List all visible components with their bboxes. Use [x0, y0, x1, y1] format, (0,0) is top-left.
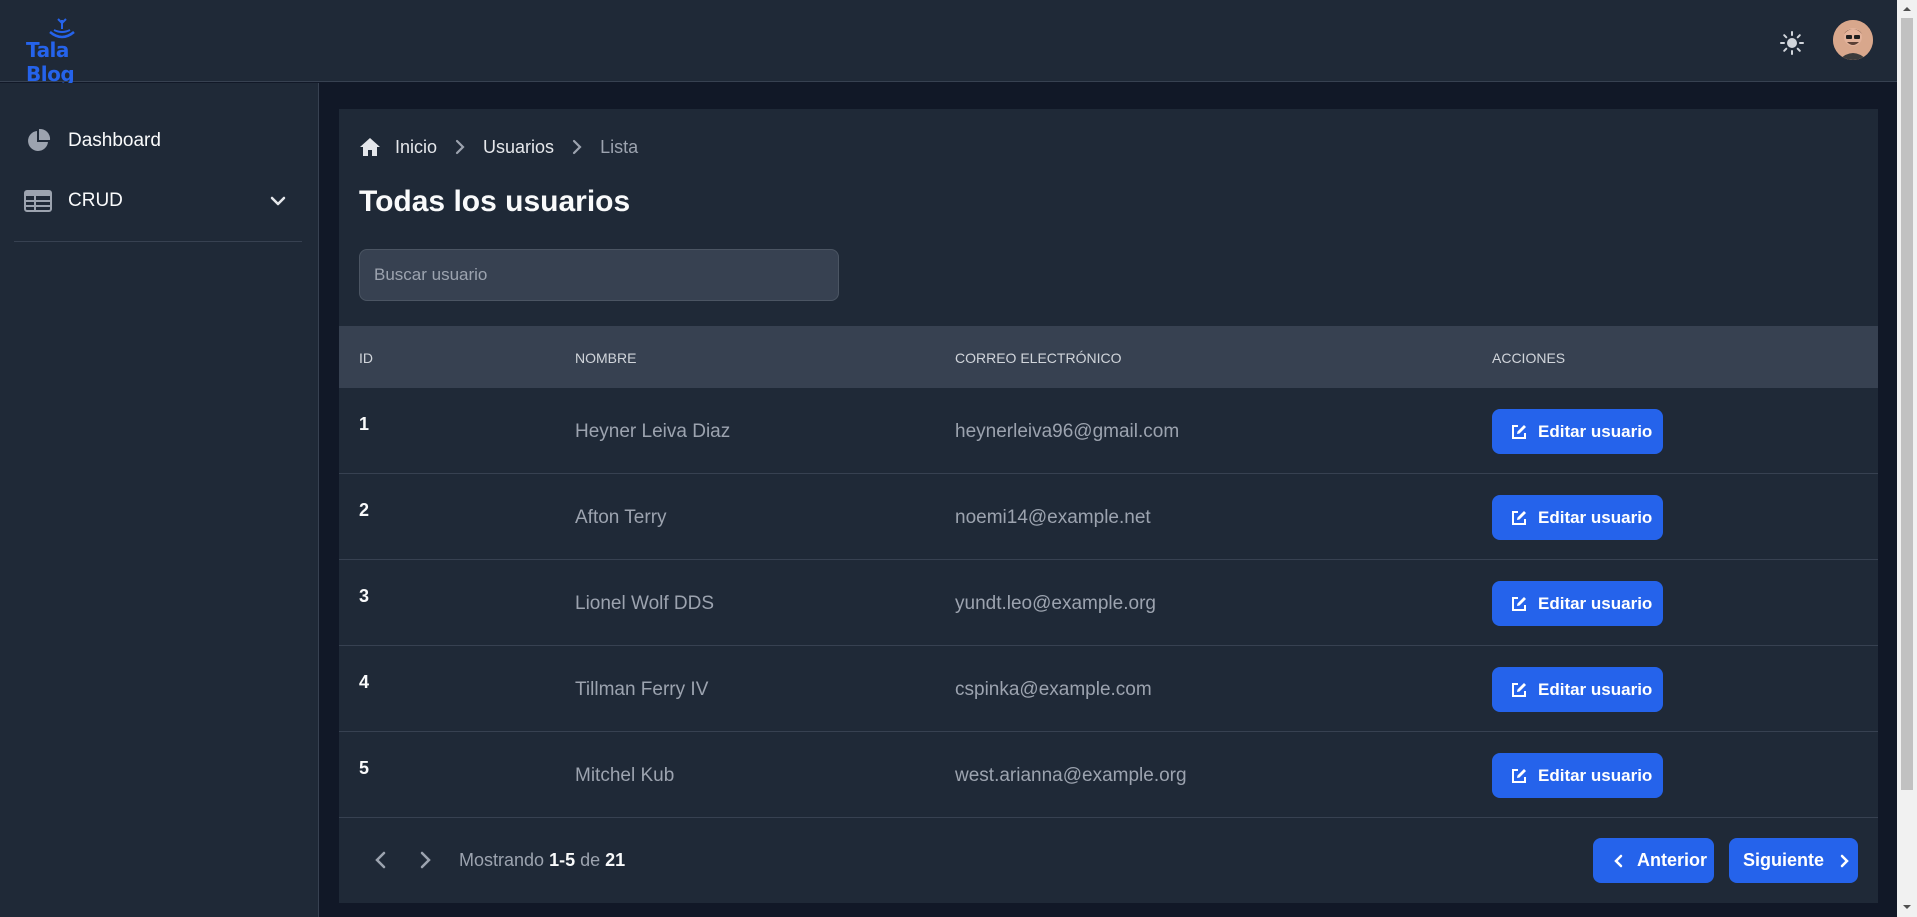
- pagination-total: 21: [605, 850, 626, 870]
- column-header-actions: ACCIONES: [1492, 350, 1566, 366]
- user-avatar-image: [1833, 20, 1873, 60]
- breadcrumb-users[interactable]: Usuarios: [483, 137, 554, 158]
- edit-user-label: Editar usuario: [1538, 421, 1653, 441]
- chevron-left-icon: [1614, 854, 1623, 867]
- cell-name: Afton Terry: [575, 507, 667, 528]
- top-bar: Tala Blog: [0, 0, 1897, 86]
- column-header-id: ID: [359, 350, 373, 366]
- chevron-down-icon[interactable]: [268, 191, 288, 211]
- cell-name: Mitchel Kub: [575, 765, 675, 786]
- pagination-range: 1-5: [549, 850, 576, 870]
- page-scrollbar[interactable]: [1897, 0, 1917, 917]
- table-row: 3 Lionel Wolf DDS yundt.leo@example.org …: [339, 560, 1878, 646]
- next-page-button[interactable]: Siguiente: [1729, 838, 1858, 883]
- cell-email: noemi14@example.net: [955, 507, 1151, 528]
- column-header-name: NOMBRE: [575, 350, 637, 366]
- chevron-left-icon[interactable]: [371, 850, 391, 870]
- edit-icon: [1512, 768, 1526, 783]
- cell-name: Lionel Wolf DDS: [575, 593, 715, 614]
- edit-icon: [1512, 510, 1526, 525]
- sun-icon: [1780, 31, 1804, 55]
- breadcrumb-home[interactable]: Inicio: [395, 137, 437, 158]
- table-row: 1 Heyner Leiva Diaz heynerleiva96@gmail.…: [339, 388, 1878, 474]
- page-title: Todas los usuarios: [359, 185, 631, 218]
- previous-page-button[interactable]: Anterior: [1593, 838, 1714, 883]
- edit-user-button[interactable]: Editar usuario: [1492, 753, 1663, 798]
- edit-user-button[interactable]: Editar usuario: [1492, 409, 1663, 454]
- chevron-right-icon: [455, 139, 465, 155]
- edit-icon: [1512, 682, 1526, 697]
- table-row: 4 Tillman Ferry IV cspinka@example.com E…: [339, 646, 1878, 732]
- search-input[interactable]: [359, 249, 839, 301]
- sidebar-item-label: CRUD: [68, 190, 123, 211]
- cell-name: Tillman Ferry IV: [575, 679, 709, 700]
- edit-user-label: Editar usuario: [1538, 679, 1653, 699]
- sidebar-divider: [14, 241, 302, 242]
- edit-icon: [1512, 424, 1526, 439]
- logo-icon: [49, 18, 75, 39]
- breadcrumb: Inicio Usuarios Lista: [359, 133, 638, 161]
- cell-id: 4: [359, 672, 370, 692]
- main-panel: Inicio Usuarios Lista Todas los usuarios…: [339, 109, 1878, 903]
- sidebar: Dashboard CRUD: [0, 83, 319, 917]
- logo-text: Tala Blog: [26, 38, 75, 86]
- edit-user-label: Editar usuario: [1538, 507, 1653, 527]
- home-icon[interactable]: [359, 136, 381, 158]
- cell-email: cspinka@example.com: [955, 679, 1152, 700]
- table-row: 2 Afton Terry noemi14@example.net Editar…: [339, 474, 1878, 560]
- pagination-status: Mostrando 1-5 de 21: [459, 850, 625, 871]
- cell-email: heynerleiva96@gmail.com: [955, 421, 1180, 442]
- sidebar-item-crud[interactable]: CRUD: [14, 177, 302, 225]
- pie-chart-icon: [24, 127, 52, 155]
- pagination-of: de: [580, 850, 601, 870]
- chevron-right-icon: [572, 139, 582, 155]
- scroll-down-arrow-icon[interactable]: [1901, 900, 1913, 914]
- chevron-right-icon: [1840, 854, 1849, 867]
- scrollbar-thumb[interactable]: [1901, 18, 1913, 790]
- avatar[interactable]: [1833, 20, 1873, 60]
- edit-icon: [1512, 596, 1526, 611]
- scroll-up-arrow-icon[interactable]: [1901, 2, 1913, 16]
- edit-user-label: Editar usuario: [1538, 593, 1653, 613]
- previous-page-label: Anterior: [1637, 850, 1708, 870]
- edit-user-button[interactable]: Editar usuario: [1492, 667, 1663, 712]
- edit-user-button[interactable]: Editar usuario: [1492, 581, 1663, 626]
- theme-toggle-button[interactable]: [1777, 28, 1807, 58]
- cell-name: Heyner Leiva Diaz: [575, 421, 731, 442]
- table-icon: [24, 187, 52, 215]
- pagination: Mostrando 1-5 de 21 Anterior Siguiente: [339, 838, 1878, 883]
- cell-email: yundt.leo@example.org: [955, 593, 1156, 614]
- cell-id: 1: [359, 414, 370, 434]
- logo[interactable]: Tala Blog: [26, 18, 116, 86]
- pagination-prefix: Mostrando: [459, 850, 545, 870]
- sidebar-item-label: Dashboard: [68, 130, 161, 151]
- edit-user-label: Editar usuario: [1538, 765, 1653, 785]
- chevron-right-icon[interactable]: [415, 850, 435, 870]
- table-row: 5 Mitchel Kub west.arianna@example.org E…: [339, 732, 1878, 818]
- cell-id: 5: [359, 758, 370, 778]
- edit-user-button[interactable]: Editar usuario: [1492, 495, 1663, 540]
- next-page-label: Siguiente: [1743, 850, 1825, 870]
- table-header: ID NOMBRE CORREO ELECTRÓNICO ACCIONES: [339, 326, 1878, 388]
- breadcrumb-current: Lista: [600, 136, 639, 157]
- column-header-email: CORREO ELECTRÓNICO: [955, 350, 1122, 366]
- cell-id: 2: [359, 500, 370, 520]
- sidebar-item-dashboard[interactable]: Dashboard: [14, 117, 302, 165]
- cell-email: west.arianna@example.org: [955, 765, 1187, 786]
- cell-id: 3: [359, 586, 370, 606]
